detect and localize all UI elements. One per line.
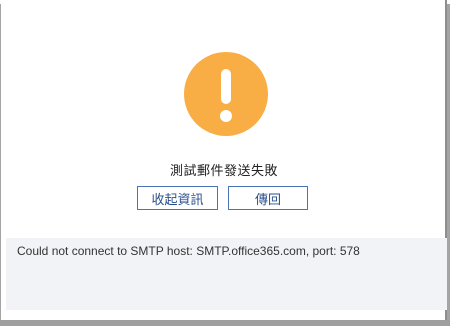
warning-exclamation-icon [184, 52, 268, 136]
error-message-box: Could not connect to SMTP host: SMTP.off… [6, 238, 447, 310]
error-message-text: Could not connect to SMTP host: SMTP.off… [17, 244, 360, 258]
collapse-info-button[interactable]: 收起資訊 [137, 186, 218, 210]
window-bottom-edge [0, 320, 450, 326]
exclamation-dot [220, 110, 232, 122]
dialog-title: 測試郵件發送失敗 [169, 163, 278, 178]
back-button[interactable]: 傳回 [228, 186, 308, 210]
exclamation-bar [221, 69, 231, 104]
